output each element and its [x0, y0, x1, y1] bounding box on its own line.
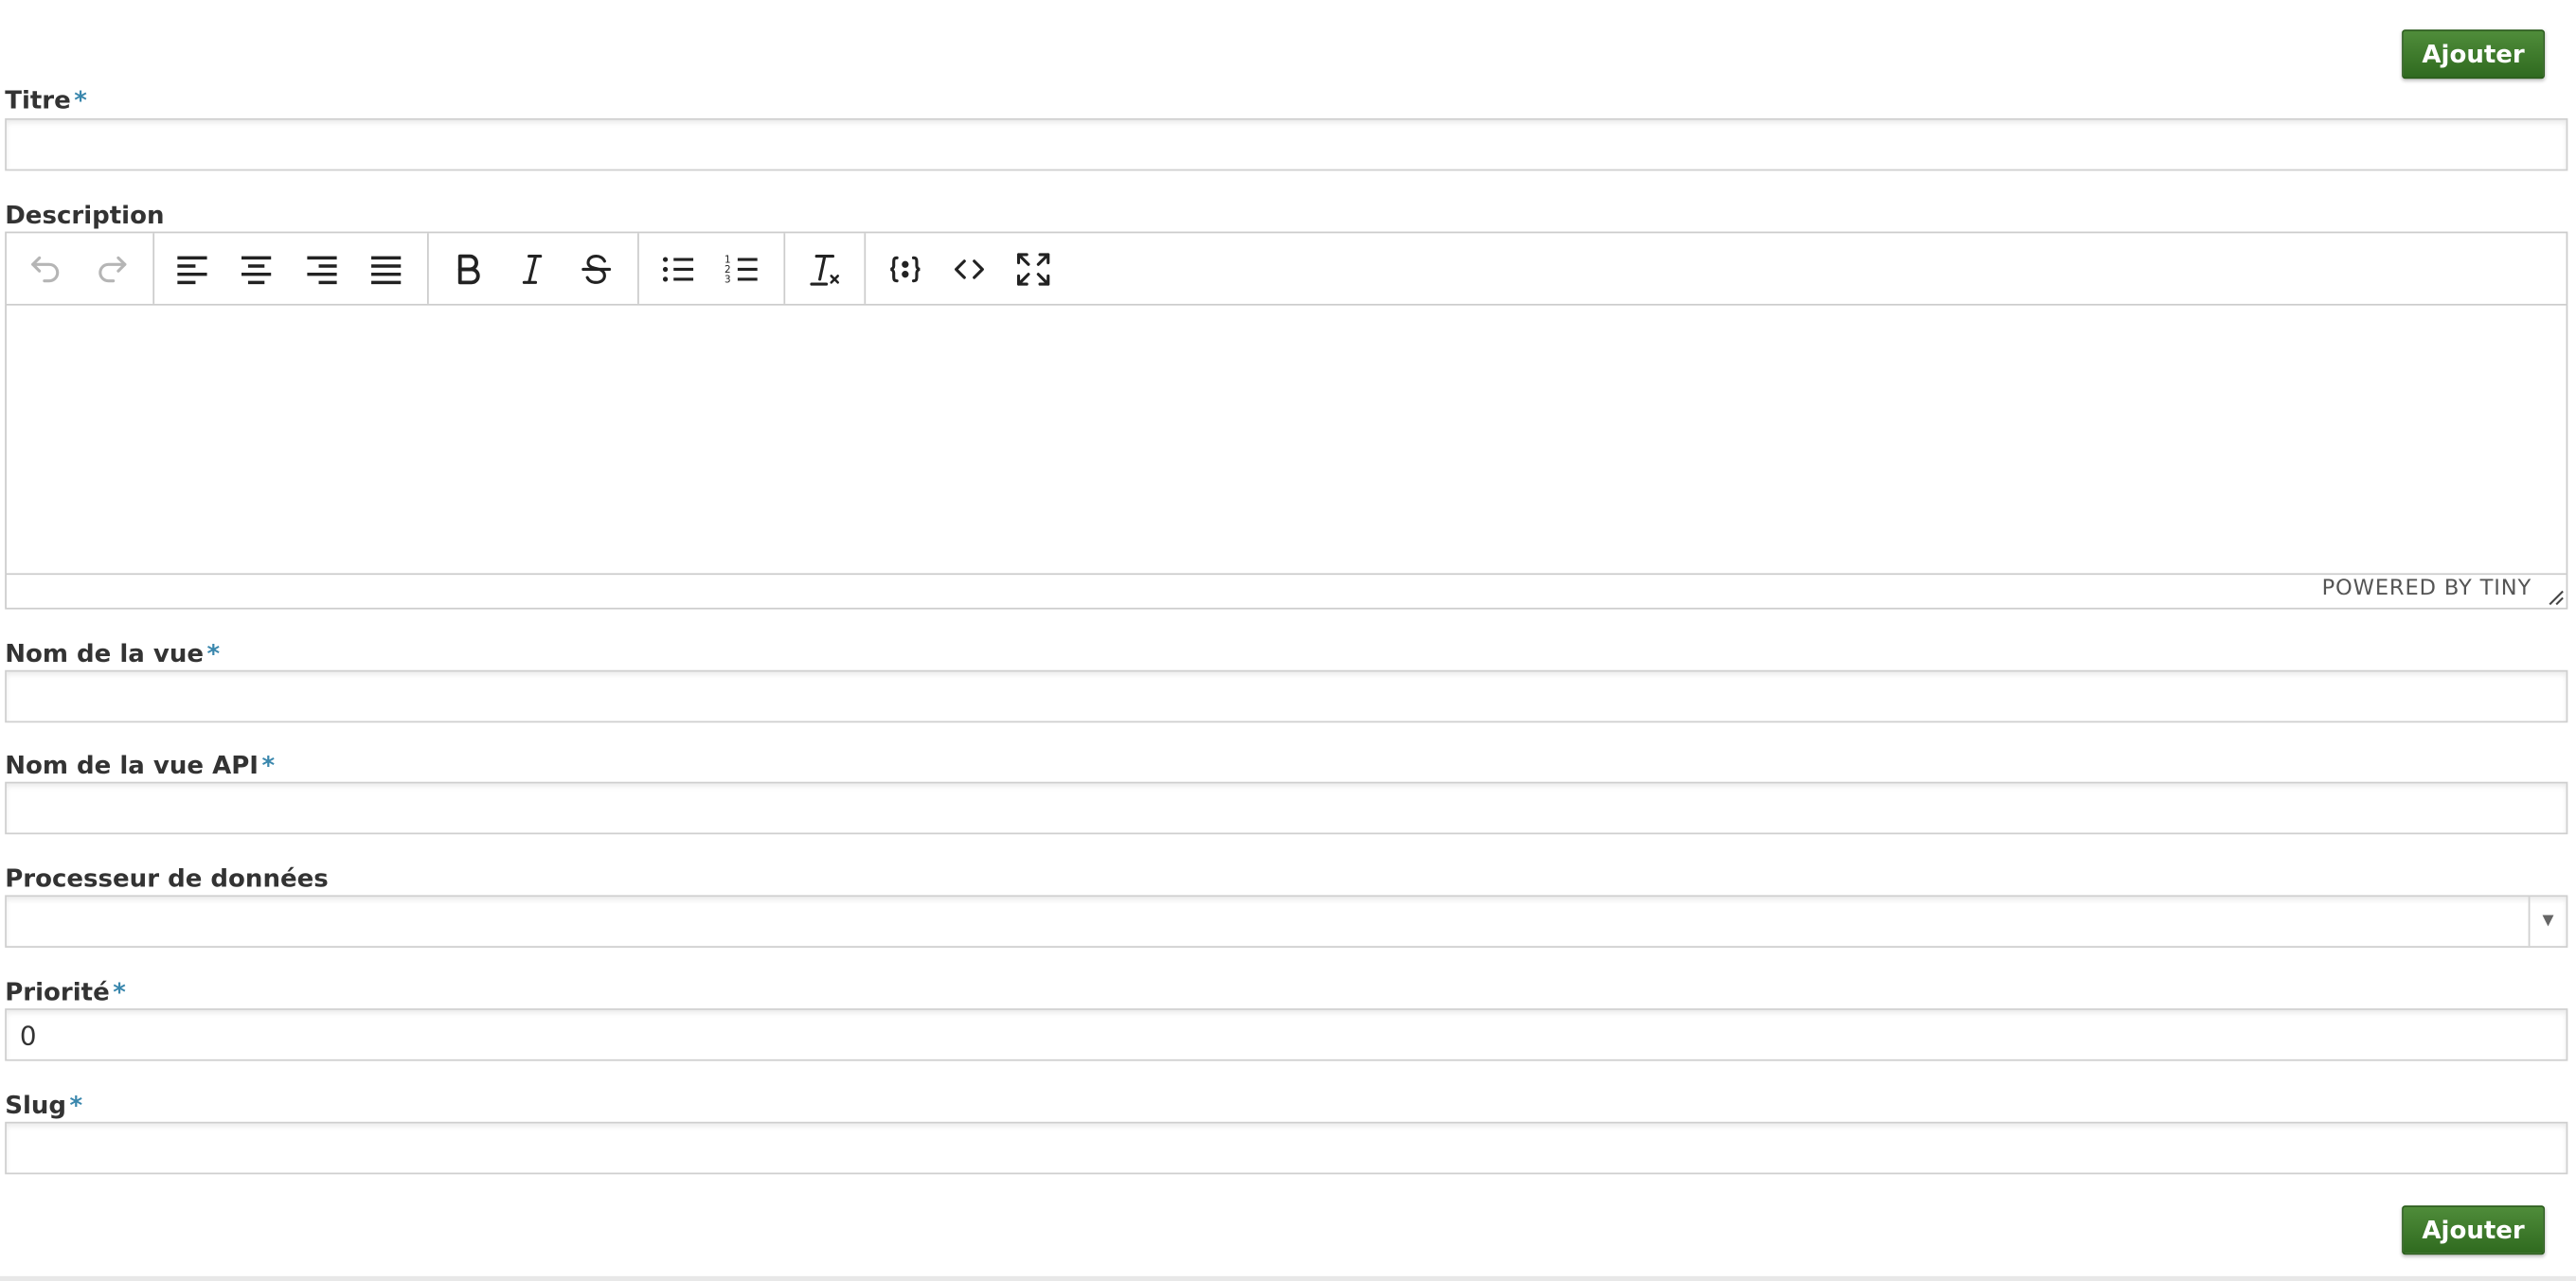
list-group: 1 2 3 — [637, 233, 786, 304]
align-left-icon[interactable] — [168, 244, 217, 294]
required-marker: * — [261, 750, 276, 780]
data-processor-select[interactable]: ▼ — [5, 895, 2568, 948]
bold-icon[interactable] — [443, 244, 492, 294]
clear-group — [783, 233, 867, 304]
priority-label-text: Priorité — [5, 977, 110, 1007]
slug-label: Slug * — [5, 1091, 82, 1120]
api-view-name-input[interactable] — [5, 781, 2568, 835]
source-code-icon[interactable] — [944, 244, 993, 294]
rich-text-editor: 1 2 3 POWERED BY TINY — [5, 231, 2568, 610]
view-name-label: Nom de la vue * — [5, 639, 220, 668]
required-marker: * — [113, 977, 126, 1007]
italic-icon[interactable] — [508, 244, 557, 294]
add-button-bottom[interactable]: Ajouter — [2402, 1205, 2546, 1255]
resize-handle-icon[interactable] — [2545, 586, 2565, 606]
history-group — [7, 233, 155, 304]
view-name-input[interactable] — [5, 669, 2568, 723]
priority-input[interactable] — [5, 1008, 2568, 1061]
priority-label: Priorité * — [5, 977, 126, 1006]
description-label-text: Description — [5, 200, 165, 230]
required-marker: * — [74, 85, 87, 116]
required-marker: * — [206, 638, 221, 669]
misc-group — [864, 233, 1074, 304]
redo-icon[interactable] — [87, 244, 136, 294]
slug-label-text: Slug — [5, 1090, 67, 1121]
align-center-icon[interactable] — [232, 244, 281, 294]
data-processor-label: Processeur de données — [5, 863, 329, 893]
align-justify-icon[interactable] — [362, 244, 411, 294]
editor-toolbar: 1 2 3 — [6, 233, 2567, 306]
api-view-name-label-text: Nom de la vue API — [5, 750, 259, 780]
svg-text:3: 3 — [724, 274, 731, 285]
slug-input[interactable] — [5, 1121, 2568, 1175]
view-name-label-text: Nom de la vue — [5, 638, 205, 669]
undo-icon[interactable] — [22, 244, 71, 294]
remove-format-icon[interactable] — [800, 244, 850, 294]
numbered-list-icon[interactable]: 1 2 3 — [718, 244, 767, 294]
bullet-list-icon[interactable] — [653, 244, 703, 294]
formatting-group — [427, 233, 639, 304]
description-label: Description — [5, 201, 164, 230]
required-marker: * — [69, 1090, 83, 1121]
title-input[interactable] — [5, 117, 2568, 171]
add-form: Ajouter Titre * Description 1 2 3 POWERE… — [0, 0, 2576, 1281]
template-icon[interactable] — [881, 244, 930, 294]
title-label: Titre * — [5, 85, 87, 115]
editor-statusbar: POWERED BY TINY — [6, 573, 2567, 607]
title-label-text: Titre — [5, 85, 71, 116]
fullscreen-icon[interactable] — [1009, 244, 1058, 294]
add-button-top[interactable]: Ajouter — [2402, 29, 2546, 80]
alignment-group — [152, 233, 429, 304]
align-right-icon[interactable] — [297, 244, 347, 294]
bottom-divider — [0, 1275, 2576, 1281]
data-processor-label-text: Processeur de données — [5, 863, 329, 894]
editor-content-area[interactable] — [7, 306, 2567, 575]
tiny-branding-link[interactable]: POWERED BY TINY — [2322, 577, 2532, 601]
strikethrough-icon[interactable] — [572, 244, 621, 294]
api-view-name-label: Nom de la vue API * — [5, 751, 275, 780]
chevron-down-icon[interactable]: ▼ — [2528, 897, 2567, 947]
